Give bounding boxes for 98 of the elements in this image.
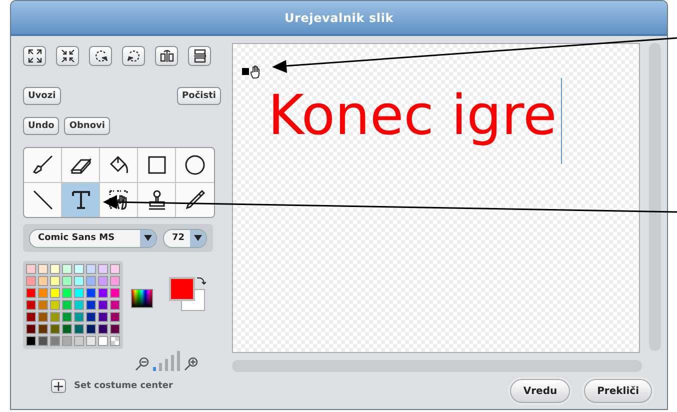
toolbar-button[interactable]: Počisti	[177, 87, 221, 105]
zoom-in-icon[interactable]	[184, 357, 198, 371]
transparent-swatch[interactable]	[110, 336, 120, 346]
rotate-right-icon	[126, 49, 140, 63]
color-swatch[interactable]	[26, 336, 36, 346]
tool-button[interactable]	[62, 183, 100, 217]
tool-button[interactable]	[138, 148, 176, 183]
ellipse-icon	[183, 153, 207, 177]
color-swatch[interactable]	[50, 300, 60, 310]
color-swatch[interactable]	[86, 288, 96, 298]
foreground-color-swatch[interactable]	[169, 277, 195, 301]
color-swatch[interactable]	[86, 276, 96, 286]
color-swatch[interactable]	[74, 264, 84, 274]
color-swatch[interactable]	[38, 324, 48, 334]
color-swatch[interactable]	[38, 312, 48, 322]
dialog-button[interactable]: Prekliči	[584, 379, 652, 403]
shrink-button[interactable]	[56, 46, 79, 66]
flip-vertical-button[interactable]	[188, 46, 211, 66]
color-swatch[interactable]	[26, 264, 36, 274]
color-swatch[interactable]	[98, 264, 108, 274]
dialog-button[interactable]: Vredu	[510, 379, 570, 403]
color-swatch[interactable]	[62, 264, 72, 274]
flip-horizontal-button[interactable]	[155, 46, 178, 66]
rotate-right-button[interactable]	[122, 46, 145, 66]
color-swatch[interactable]	[74, 300, 84, 310]
vertical-scrollbar[interactable]	[649, 43, 661, 351]
color-swatch[interactable]	[62, 288, 72, 298]
color-swatch[interactable]	[62, 336, 72, 346]
color-swatch[interactable]	[86, 300, 96, 310]
rotate-left-button[interactable]	[89, 46, 112, 66]
select-hand-icon	[106, 188, 130, 212]
center-marker-icon	[242, 65, 262, 79]
shrink-icon	[60, 49, 74, 63]
color-swatch[interactable]	[26, 300, 36, 310]
color-swatch[interactable]	[50, 276, 60, 286]
flip-horizontal-icon	[160, 49, 174, 63]
eyedropper-icon	[183, 188, 207, 212]
toolbar-button[interactable]: Uvozi	[23, 87, 61, 105]
grow-icon	[28, 49, 42, 63]
color-swatch[interactable]	[26, 312, 36, 322]
color-swatch[interactable]	[98, 312, 108, 322]
color-swatch[interactable]	[50, 336, 60, 346]
color-swatch[interactable]	[26, 288, 36, 298]
color-swatch[interactable]	[86, 264, 96, 274]
color-swatch[interactable]	[50, 264, 60, 274]
tool-button[interactable]	[100, 148, 138, 183]
color-swatch[interactable]	[110, 276, 120, 286]
color-swatch[interactable]	[62, 300, 72, 310]
color-swatch[interactable]	[74, 288, 84, 298]
color-swatch[interactable]	[62, 324, 72, 334]
color-swatch[interactable]	[74, 276, 84, 286]
color-swatch[interactable]	[38, 336, 48, 346]
swap-colors-icon[interactable]	[196, 276, 206, 286]
zoom-out-icon[interactable]	[135, 357, 149, 371]
color-swatch[interactable]	[86, 312, 96, 322]
color-swatch[interactable]	[86, 336, 96, 346]
color-swatch[interactable]	[50, 312, 60, 322]
color-picker-icon[interactable]	[131, 289, 153, 308]
toolbar-button[interactable]: Undo	[23, 117, 60, 135]
drawing-canvas[interactable]: Konec igre	[232, 43, 640, 353]
color-swatch[interactable]	[98, 276, 108, 286]
color-swatch[interactable]	[50, 324, 60, 334]
color-swatch[interactable]	[74, 336, 84, 346]
font-name: Comic Sans MS	[37, 233, 116, 243]
color-swatch[interactable]	[98, 288, 108, 298]
color-swatch[interactable]	[98, 300, 108, 310]
color-swatch[interactable]	[62, 312, 72, 322]
grow-button[interactable]	[23, 46, 46, 66]
color-swatch[interactable]	[110, 288, 120, 298]
color-swatch[interactable]	[62, 276, 72, 286]
line-icon	[30, 188, 54, 212]
color-swatch[interactable]	[110, 300, 120, 310]
color-swatch[interactable]	[110, 264, 120, 274]
window-title: Urejevalnik slik	[284, 10, 394, 24]
toolbar-button[interactable]: Obnovi	[64, 117, 110, 135]
color-swatch[interactable]	[74, 312, 84, 322]
color-swatch[interactable]	[50, 288, 60, 298]
color-swatch[interactable]	[38, 300, 48, 310]
color-swatch[interactable]	[110, 312, 120, 322]
color-swatch[interactable]	[110, 324, 120, 334]
canvas-text: Konec igre	[268, 84, 557, 146]
set-center-label: Set costume center	[74, 381, 173, 391]
color-swatch[interactable]	[26, 324, 36, 334]
color-swatch[interactable]	[98, 336, 108, 346]
color-swatch[interactable]	[38, 264, 48, 274]
color-swatch[interactable]	[26, 276, 36, 286]
rotate-left-icon	[94, 49, 108, 63]
font-size: 72	[171, 233, 186, 243]
set-center-button[interactable]	[51, 379, 66, 393]
color-swatch[interactable]	[38, 276, 48, 286]
color-swatch[interactable]	[98, 324, 108, 334]
font-dropdown[interactable]: Comic Sans MS	[29, 228, 157, 248]
flip-vertical-icon	[192, 49, 206, 63]
font-size-dropdown[interactable]: 72	[163, 228, 207, 248]
color-swatch[interactable]	[86, 324, 96, 334]
tool-button[interactable]	[24, 148, 62, 183]
color-swatch[interactable]	[38, 288, 48, 298]
color-swatch[interactable]	[74, 324, 84, 334]
